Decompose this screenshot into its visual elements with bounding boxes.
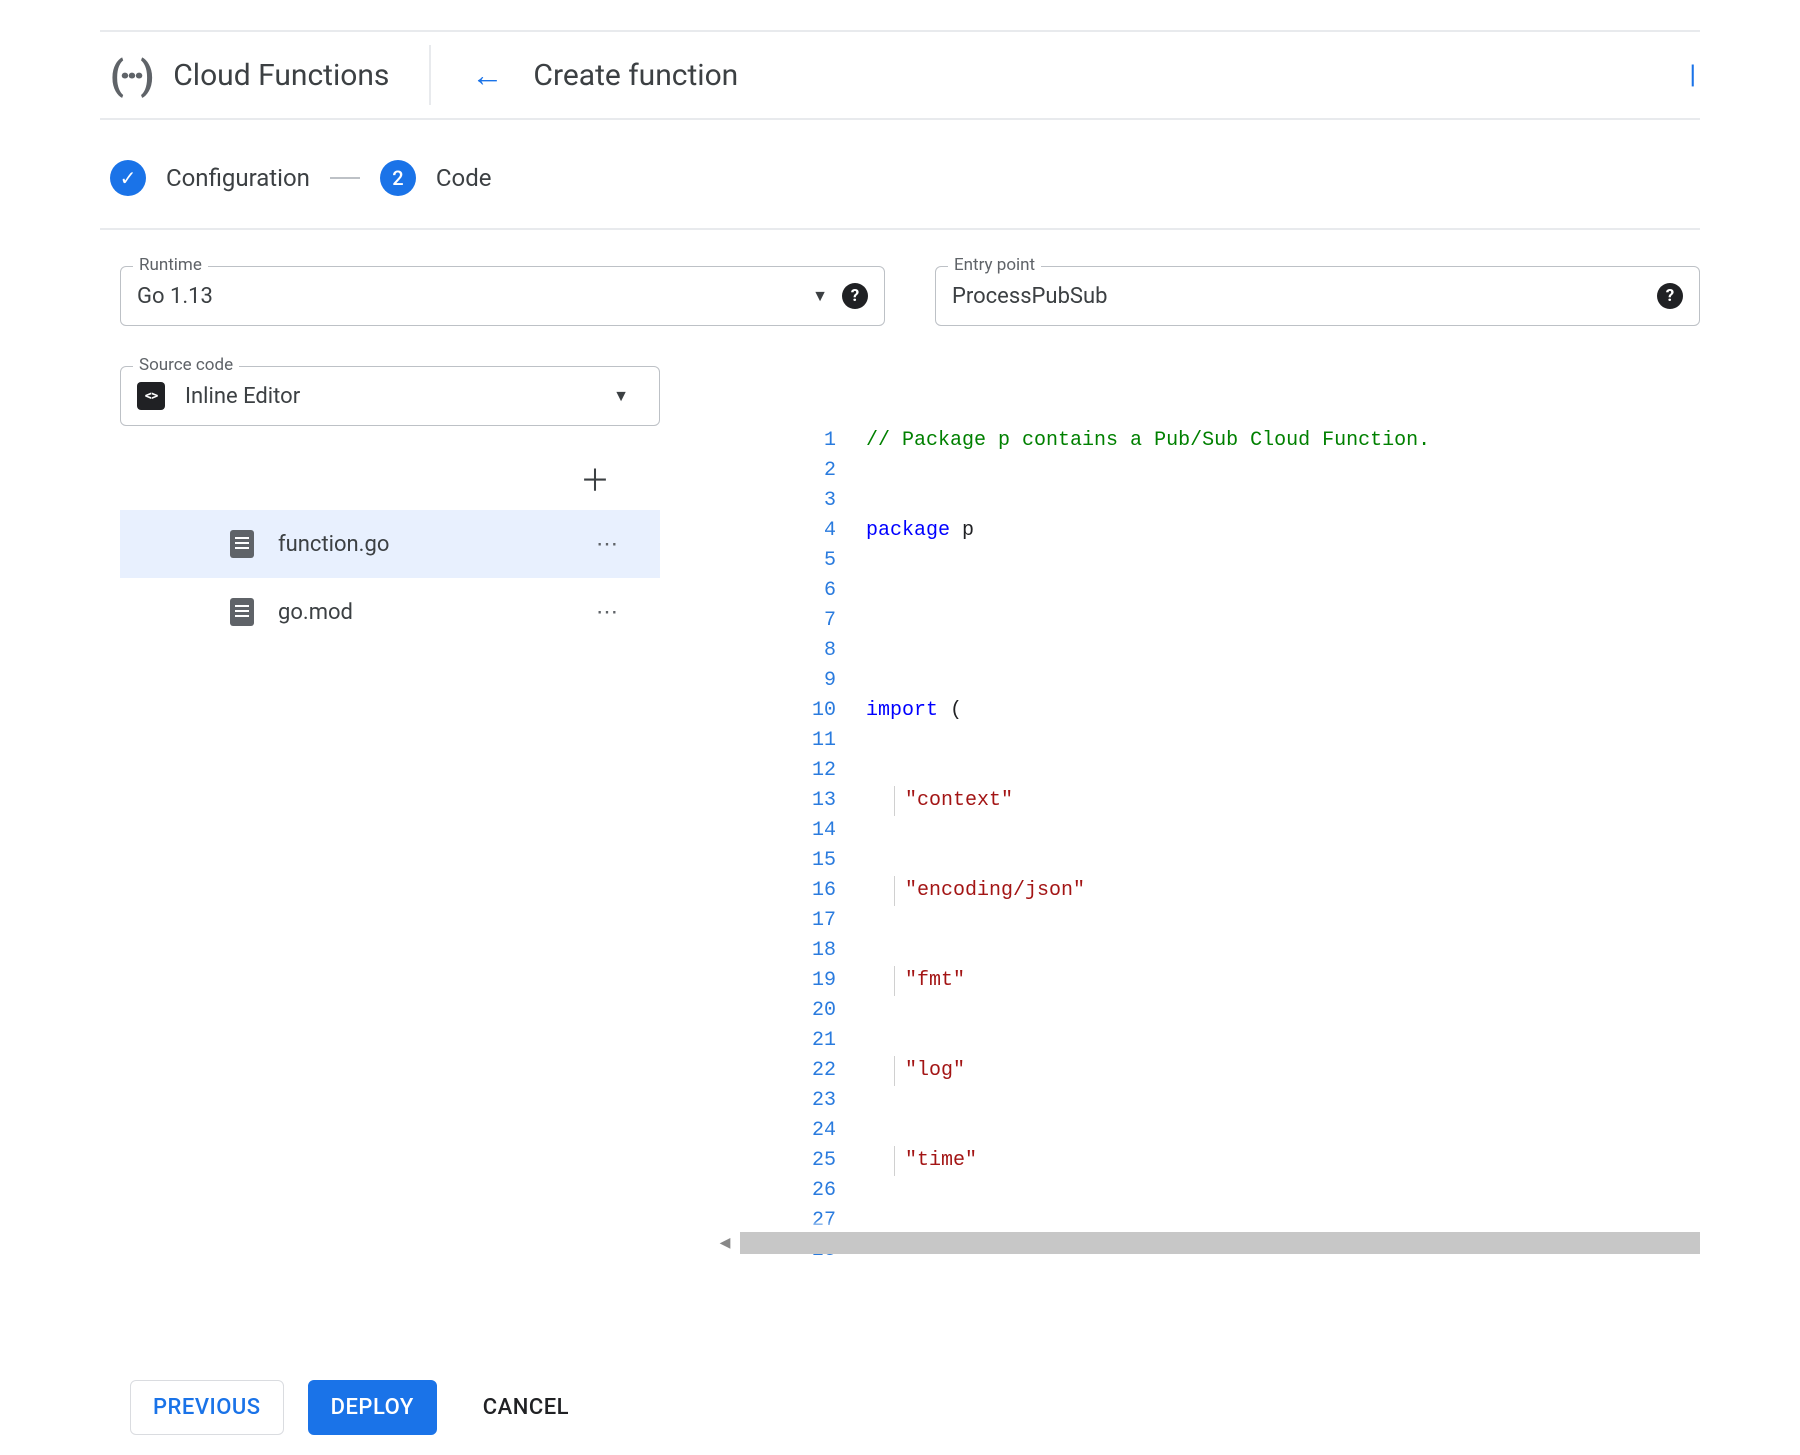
runtime-legend: Runtime: [133, 255, 208, 275]
file-item-go-mod[interactable]: go.mod ⋯: [120, 578, 660, 646]
file-name: go.mod: [278, 600, 353, 625]
chevron-down-icon: ▼: [613, 386, 629, 406]
add-file-row: ＋: [120, 426, 660, 510]
file-icon: [230, 598, 254, 626]
product-name: Cloud Functions: [173, 58, 389, 93]
entry-point-input[interactable]: Entry point ProcessPubSub ?: [935, 266, 1700, 326]
editor-fade: [710, 1220, 1700, 1230]
source-code-legend: Source code: [133, 355, 239, 375]
back-arrow-icon[interactable]: ←: [451, 56, 523, 94]
config-row: Runtime Go 1.13 ▼ ? Entry point ProcessP…: [100, 230, 1700, 326]
help-icon[interactable]: ?: [1657, 283, 1683, 309]
entry-point-legend: Entry point: [948, 255, 1041, 275]
step-connector: [330, 177, 360, 179]
step-1-check-icon[interactable]: ✓: [110, 160, 146, 196]
add-file-icon[interactable]: ＋: [580, 456, 610, 500]
code-lines[interactable]: // Package p contains a Pub/Sub Cloud Fu…: [866, 366, 1700, 1256]
step-2-number[interactable]: 2: [380, 160, 416, 196]
horizontal-scrollbar-track[interactable]: [740, 1232, 1700, 1254]
previous-button[interactable]: PREVIOUS: [130, 1380, 284, 1435]
cancel-button[interactable]: CANCEL: [461, 1381, 591, 1434]
line-number-gutter: 1234567891011121314151617181920212223242…: [710, 366, 866, 1256]
editor-content[interactable]: 1234567891011121314151617181920212223242…: [710, 366, 1700, 1256]
footer-actions: PREVIOUS DEPLOY CANCEL: [130, 1380, 591, 1435]
entry-point-value: ProcessPubSub: [952, 284, 1657, 309]
help-icon[interactable]: ?: [842, 283, 868, 309]
runtime-value: Go 1.13: [137, 284, 812, 309]
header-bar: (···) Cloud Functions ← Create function …: [100, 30, 1700, 120]
inline-editor-icon: <>: [137, 382, 165, 410]
main-area: Source code <> Inline Editor ▼ ＋ functio…: [100, 326, 1700, 1256]
step-1-label[interactable]: Configuration: [166, 164, 310, 192]
step-2-label[interactable]: Code: [436, 164, 492, 192]
file-item-function-go[interactable]: function.go ⋯: [120, 510, 660, 578]
chevron-down-icon: ▼: [812, 286, 828, 306]
file-name: function.go: [278, 532, 389, 557]
file-menu-icon[interactable]: ⋯: [596, 600, 620, 625]
file-panel: Source code <> Inline Editor ▼ ＋ functio…: [120, 366, 660, 1256]
product-logo-group: (···) Cloud Functions: [100, 32, 409, 118]
file-icon: [230, 530, 254, 558]
page-title: Create function: [533, 58, 738, 93]
code-editor[interactable]: 1234567891011121314151617181920212223242…: [710, 366, 1700, 1256]
file-menu-icon[interactable]: ⋯: [596, 532, 620, 557]
runtime-select[interactable]: Runtime Go 1.13 ▼ ?: [120, 266, 885, 326]
file-list: function.go ⋯ go.mod ⋯: [120, 510, 660, 646]
scroll-left-icon[interactable]: ◀: [710, 1230, 740, 1256]
deploy-button[interactable]: DEPLOY: [308, 1380, 437, 1435]
toolbar-overflow-indicator[interactable]: |: [1690, 60, 1700, 90]
vertical-divider: [429, 45, 431, 105]
horizontal-scrollbar[interactable]: ◀: [710, 1230, 1700, 1256]
cloud-functions-icon: (···): [110, 52, 149, 99]
source-code-select[interactable]: Source code <> Inline Editor ▼: [120, 366, 660, 426]
stepper: ✓ Configuration 2 Code: [100, 120, 1700, 230]
source-code-value: Inline Editor: [185, 384, 593, 409]
